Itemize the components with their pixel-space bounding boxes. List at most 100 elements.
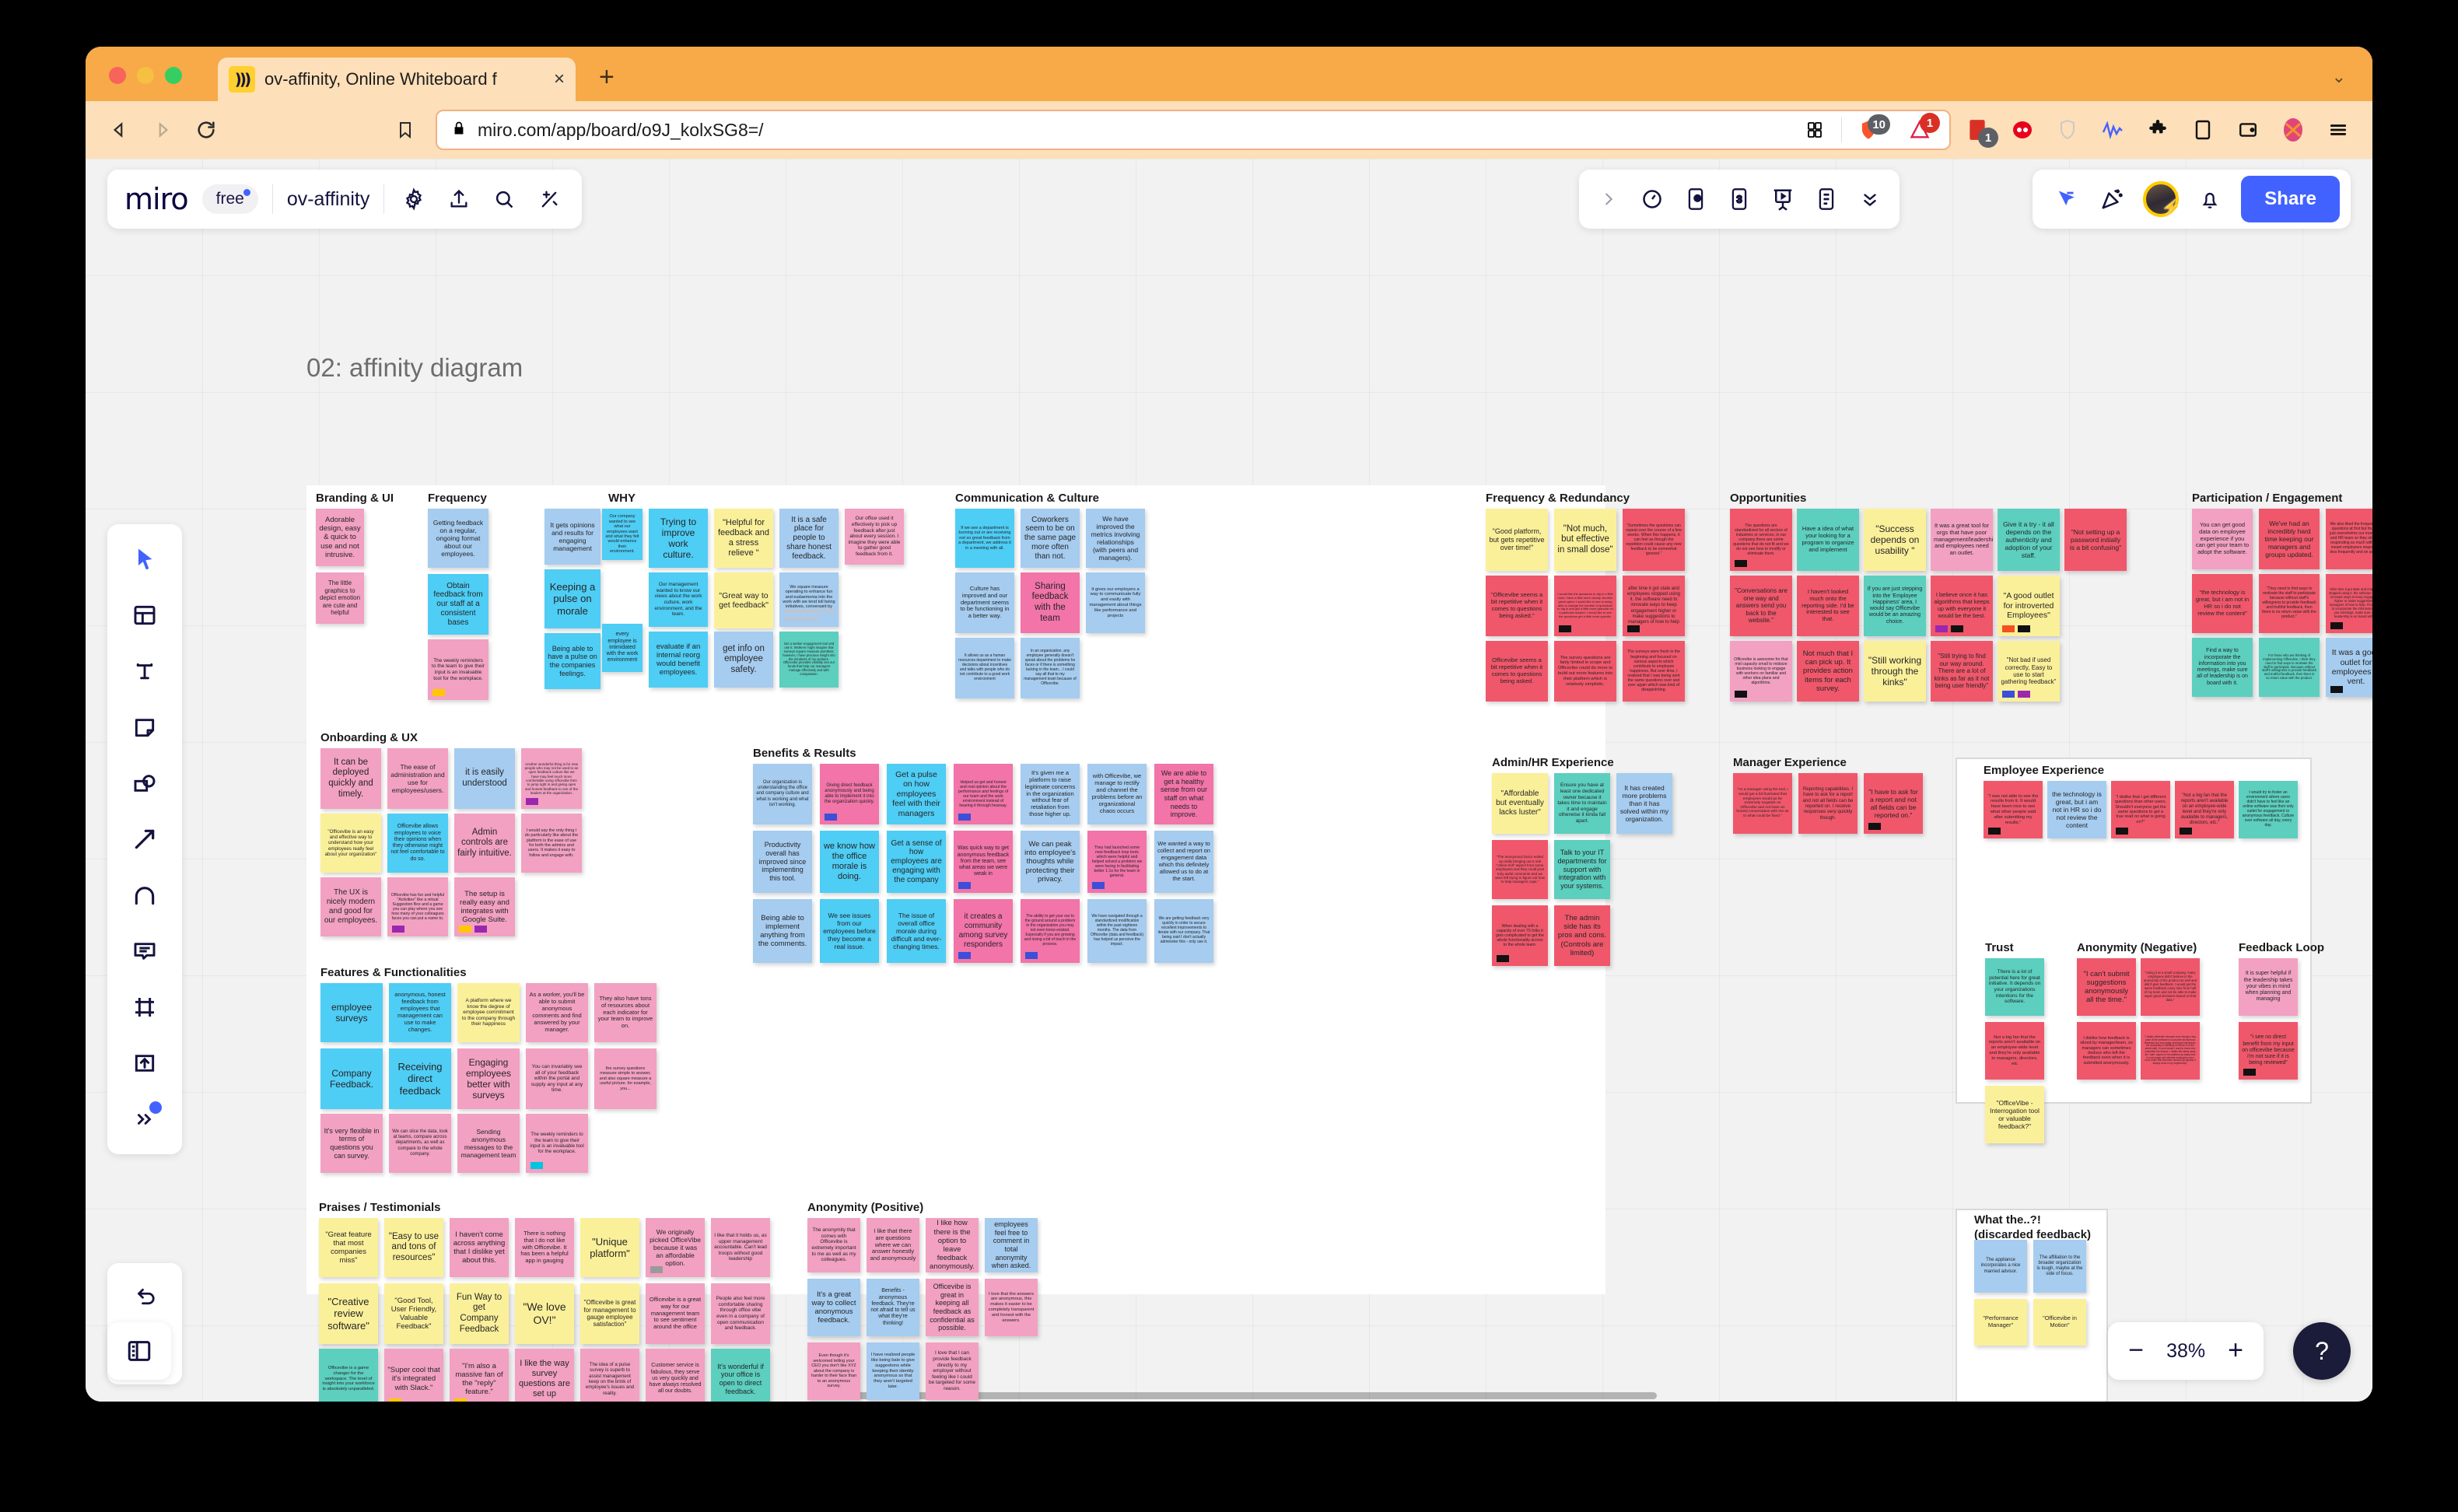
cursor-share-icon[interactable] [2050,184,2081,215]
sticky-note[interactable]: Our office used it effectively to pick u… [845,509,904,565]
sticky-note[interactable]: Officevibe allows employees to voice the… [387,814,448,873]
sticky-note[interactable]: Giving direct feedback anonymously and b… [820,764,879,824]
adblock-icon[interactable]: 1 [1904,113,1940,145]
more-chevrons-icon[interactable] [1854,184,1886,215]
shield-outline-icon[interactable] [2052,114,2083,145]
sticky-note[interactable]: Benefits - anonymous feedback. They're n… [867,1279,919,1336]
sticky-note[interactable]: If we see a department is burning out or… [955,509,1014,568]
sticky-note[interactable]: "Good platform, but gets repetitive over… [1486,509,1548,571]
new-tab-button[interactable]: + [599,64,614,90]
sticky-note[interactable]: I love that I can provide feedback direc… [926,1342,979,1400]
sticky-note[interactable]: I like that there are questions where we… [867,1218,919,1272]
upload-tool-icon[interactable] [121,1041,168,1086]
sticky-note[interactable]: Culture has improved and our department … [955,572,1014,633]
sticky-note[interactable]: Keeping a pulse on morale [544,569,600,628]
sticky-note[interactable]: Coworkers seem to be on the same page mo… [1021,509,1080,568]
sticky-note[interactable]: We square measure operating to enhance f… [779,572,839,627]
sticky-note[interactable]: "Great feature that most companies miss" [319,1218,378,1277]
sticky-note[interactable]: The anonymity that comes with Officevibe… [807,1218,860,1272]
sticky-note[interactable]: anonymous, honest feedback from employee… [389,983,451,1042]
sticky-note[interactable]: Receiving direct feedback [389,1048,451,1109]
sticky-note[interactable]: Our company wanted to see what our emplo… [602,509,643,560]
sticky-note[interactable]: I like how there is the option to leave … [926,1218,979,1272]
help-button[interactable]: ? [2293,1322,2351,1380]
sticky-note[interactable]: The idea of a pulse survey is superb to … [580,1349,639,1402]
sticky-note[interactable]: As a worker, you'll be able to submit an… [526,983,588,1042]
sticky-note[interactable]: "Performance Manager" [1974,1299,2027,1346]
sticky-note[interactable]: I haven't looked much onto the reporting… [1797,576,1859,636]
gear-icon[interactable] [398,184,429,215]
sticky-note[interactable]: When dealing with a capacity of over 75 … [1492,905,1548,966]
sticky-note[interactable]: We are getting feedback very quickly in … [1154,899,1213,963]
sticky-note[interactable]: The weekly reminders to the team to give… [526,1114,588,1173]
sticky-note[interactable]: The UX is nicely modern and good for our… [320,877,381,936]
puzzle-piece-icon[interactable] [2142,114,2173,145]
sticky-note[interactable]: The admin side has its pros and cons. (C… [1554,905,1610,966]
sticky-note[interactable]: "I was not able to see the results from … [1984,781,2043,838]
sticky-note[interactable]: I dislike how feedback is siloed by mana… [2077,1022,2136,1080]
infinity-extension-icon[interactable] [2007,114,2038,145]
sticky-note[interactable]: "i see no direct benefit from my input o… [2239,1022,2298,1080]
sticky-note[interactable]: The surveys were fresh in the beginning … [1623,641,1685,702]
sticky-note[interactable]: "Sometimes the questions can repeat over… [1623,509,1685,571]
sticky-note[interactable]: it creates a community among survey resp… [954,899,1013,963]
sticky-note[interactable]: Admin controls are fairly intuitive. [454,814,515,873]
sticky-note[interactable]: the technology is great, but i am not in… [2047,781,2106,838]
sticky-note[interactable]: after time it got stale and employees st… [1623,576,1685,636]
sticky-note[interactable]: You can get good data on employee experi… [2192,509,2253,569]
shapes-tool-icon[interactable] [121,761,168,806]
comment-tool-icon[interactable] [121,929,168,974]
sticky-note[interactable]: "I dislike that I get different question… [2111,781,2170,838]
share-button[interactable]: Share [2241,176,2340,222]
sticky-note[interactable]: Get a pulse on how employees feel with t… [887,764,946,824]
sticky-note[interactable]: The ease of administration and use for e… [387,748,448,809]
sticky-note[interactable]: "We love OV!" [515,1283,574,1344]
board-name[interactable]: ov-affinity [287,188,370,211]
sticky-note[interactable]: Even though it's welcomed telling your C… [807,1342,860,1400]
sticky-note[interactable]: Our organization is understanding the of… [753,764,812,824]
sticky-note[interactable]: It was a great tool for orgs that have p… [1931,509,1993,571]
sticky-note[interactable]: "Helpful for feedback and a stress relie… [714,509,773,568]
sticky-note[interactable]: It's very flexible in terms of questions… [320,1114,383,1173]
sticky-note[interactable]: I would like the questions to dig in a l… [1554,576,1616,636]
notes-icon[interactable] [1811,184,1842,215]
sticky-note[interactable]: Have a idea of what your looking for a p… [1797,509,1859,571]
sticky-note[interactable]: employee surveys [320,983,383,1042]
bookmark-icon[interactable] [384,109,426,151]
back-icon[interactable] [98,109,140,151]
sticky-note[interactable]: "Easy to use and tons of resources" [384,1218,443,1277]
chevron-down-icon[interactable]: ⌄ [2332,67,2346,87]
maximize-window-button[interactable] [165,67,182,84]
sticky-note[interactable]: "OfficeVibe - Interrogation tool or valu… [1985,1086,2044,1143]
expand-chevron-icon[interactable] [1593,184,1624,215]
sticky-note[interactable]: It is super helpful if the leadership ta… [2239,958,2298,1016]
sticky-note[interactable]: It is a safe place for people to share h… [779,509,839,568]
zoom-out-button[interactable]: − [2128,1337,2144,1363]
sticky-note[interactable]: The survey questions are fairly limited … [1554,641,1616,702]
sticky-note[interactable]: They had launched some new feedback loop… [1087,831,1147,893]
waveform-icon[interactable] [2097,114,2128,145]
celebrate-icon[interactable] [2096,184,2127,215]
sticky-note[interactable]: Our management wanted to know our views … [649,572,708,627]
miro-logo[interactable]: miro [124,182,189,216]
sticky-note[interactable]: "Affordable but eventually lacks luster" [1492,773,1548,834]
close-tab-icon[interactable]: × [554,70,565,89]
avatar[interactable]: ⚡ [2143,181,2181,217]
sticky-note[interactable]: Company Feedback. [320,1048,383,1109]
sticky-note[interactable]: "the technology is great, but i am not i… [2192,574,2253,633]
sticky-note[interactable]: "Officevibe is great for management to g… [580,1283,639,1344]
sticky-note[interactable]: I would try to foster an environment whe… [2239,781,2298,838]
sticky-note[interactable]: We've had an incredibly hard time keepin… [2259,509,2320,569]
sticky-note[interactable]: We originally picked OfficeVibe because … [646,1218,705,1277]
sticky-note[interactable]: Another wonderful thing is for new peopl… [521,748,582,809]
reload-icon[interactable] [185,109,227,151]
sticky-note[interactable]: "after time it got stale and employees s… [2326,574,2372,633]
sticky-note[interactable]: "As a manager using the tool, I would ge… [1733,773,1792,834]
sticky-note[interactable]: We can peak into employee's thoughts whi… [1021,831,1080,893]
sticky-note[interactable]: Fun Way to get Company Feedback [450,1283,509,1344]
sticky-note[interactable]: Officevibe is a great way for our manage… [646,1283,705,1344]
sticky-note[interactable]: The affiliation to the broader organizat… [2033,1240,2086,1293]
sticky-note[interactable]: "They need to find ways to motivate the … [2259,574,2320,633]
sticky-note[interactable]: It's wonderful if your office is open to… [711,1349,770,1402]
plan-badge[interactable]: free [201,184,258,214]
